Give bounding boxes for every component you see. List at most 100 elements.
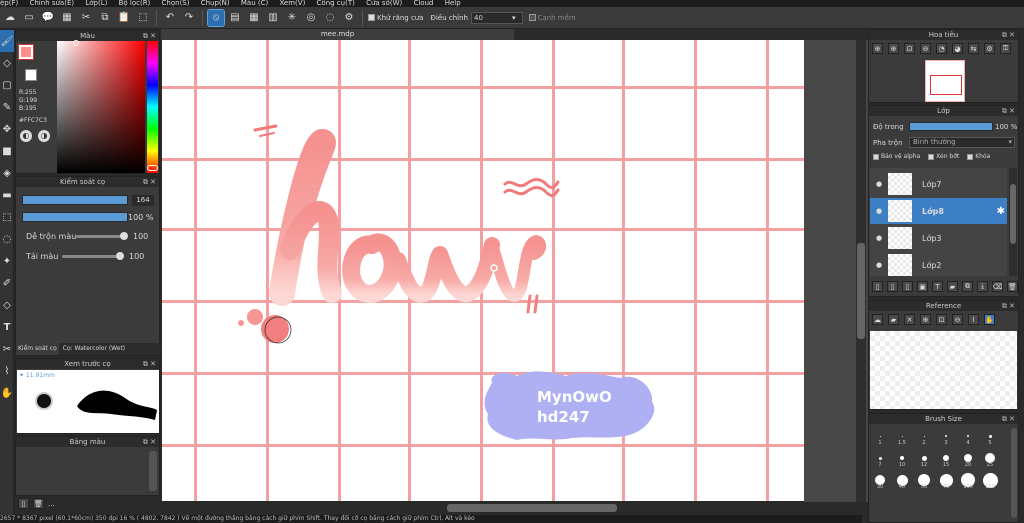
tab-brush-control[interactable]: Kiểm soát cọ [16,343,59,355]
cut-icon[interactable]: ✂ [78,10,94,26]
background-color-swatch[interactable] [25,69,37,81]
lock-toggle[interactable]: Khóa [967,153,990,160]
layer-row[interactable]: ● Lớp3 [870,225,1007,251]
delete-palette-icon[interactable]: 🗑 [33,498,44,509]
palette-scrollbar[interactable] [149,451,157,491]
zoom-in-icon[interactable]: ⊕ [872,43,883,54]
zoom-out-icon[interactable]: ⊖ [920,43,931,54]
cloud-open-icon[interactable]: ☁ [872,314,883,325]
reload-slider[interactable] [62,255,122,258]
rotate-reset-icon[interactable]: ◕ [952,43,963,54]
brush-size-slider[interactable] [22,195,128,205]
brush-size-preset[interactable]: 50 [915,471,933,490]
text-layer-icon[interactable]: T [932,281,943,292]
frame-icon[interactable]: ⬚ [135,10,151,26]
panel-controls-icon[interactable]: ⧉ ✕ [1002,30,1015,40]
pen-tool-icon[interactable]: ✎ [0,96,14,118]
panel-controls-icon[interactable]: ⧉ ✕ [143,437,156,447]
brush-size-value[interactable]: 164 [132,195,154,206]
folder-icon[interactable]: ▰ [947,281,958,292]
lock-checkbox[interactable] [967,153,974,160]
divide-tool-icon[interactable]: ✂ [0,338,14,360]
brush-size-preset[interactable]: 4 [959,427,977,446]
layer-blend-select[interactable]: Bình thường ▾ [909,137,1015,148]
eraser-tool-icon[interactable]: ◇ [0,52,14,74]
visibility-eye-icon[interactable]: ● [870,261,888,269]
menu-tools[interactable]: Công cụ(T) [317,0,355,7]
clipping-checkbox[interactable] [928,153,935,160]
horizontal-scrollbar[interactable] [162,502,862,514]
menu-capture[interactable]: Chụp(N) [201,0,230,7]
hand-tool-icon[interactable]: ✋ [0,382,14,404]
brush-opacity-slider[interactable] [22,212,128,222]
alpha-lock-toggle[interactable]: Bảo vệ alpha [873,153,920,160]
brush-tool-icon[interactable]: 🖌 [0,30,14,52]
zoom-out-icon[interactable]: ⊖ [952,314,963,325]
panel-controls-icon[interactable]: ⧉ ✕ [1002,301,1015,311]
menu-view[interactable]: Xem(V) [279,0,305,7]
menu-edit[interactable]: Chỉnh sửa(E) [29,0,74,7]
antialias-toggle[interactable]: Khử răng cưa [368,14,424,22]
snap-circle-icon[interactable]: ◎ [303,10,319,26]
color-history-icon[interactable]: ◐ [20,130,32,142]
open-folder-icon[interactable]: ▰ [888,314,899,325]
brush-size-preset[interactable]: 12 [915,449,933,468]
brush-size-preset[interactable]: 40 [893,471,911,490]
blend-slider-knob-icon[interactable] [120,232,128,240]
text-tool-icon[interactable]: T [0,316,14,338]
brush-size-preset[interactable]: 20 [959,449,977,468]
fit-icon[interactable]: ⊡ [936,314,947,325]
layer-scrollbar-thumb[interactable] [1010,184,1016,244]
lasso-tool-icon[interactable]: ◌ [0,228,14,250]
delete-layer-icon[interactable]: 🗑 [1007,281,1018,292]
reference-canvas[interactable] [870,331,1017,409]
tab-brush-name[interactable]: Cọ: Watercolor (Wet) [59,343,129,355]
magic-wand-icon[interactable]: ✦ [0,250,14,272]
blend-slider[interactable] [76,235,126,238]
redo-icon[interactable]: ↷ [181,10,197,26]
dot-tool-icon[interactable]: ▢ [0,74,14,96]
layer-settings-gear-icon[interactable]: ✱ [997,206,1005,217]
brush-size-preset[interactable]: 1.5 [893,427,911,446]
brush-size-preset[interactable]: 15 [937,449,955,468]
brush-size-preset[interactable]: 2 [915,427,933,446]
menu-filter[interactable]: Bộ lọc(R) [119,0,151,7]
snap-curve-icon[interactable]: ◌ [322,10,338,26]
hand-icon[interactable]: ✋ [984,314,995,325]
gradient-tool-icon[interactable]: ▬ [0,184,14,206]
brush-size-preset[interactable]: 150 [981,471,999,490]
zoom-in-icon[interactable]: ⊕ [888,43,899,54]
layer-row-selected[interactable]: ● Lớp8 ✱ [870,198,1007,224]
vertical-scrollbar[interactable] [856,40,866,502]
settings-icon[interactable]: ⚙ [984,43,995,54]
eyedropper-icon[interactable]: ⌇ [968,314,979,325]
lock-icon[interactable]: ⚿ [1000,43,1011,54]
brush-size-preset[interactable]: 3 [937,427,955,446]
vertical-scrollbar-thumb[interactable] [857,243,865,339]
panel-controls-icon[interactable]: ⧉ ✕ [1002,414,1015,424]
horizontal-scrollbar-thumb[interactable] [447,504,617,512]
snap-radial-icon[interactable]: ✳ [284,10,300,26]
color-mixer-icon[interactable]: ◑ [38,130,50,142]
reload-slider-knob-icon[interactable] [116,252,124,260]
document-tab[interactable]: mee.mdp [161,29,514,40]
brush-size-scrollbar[interactable] [1011,428,1017,518]
new-layer-1bit-icon[interactable]: ▯ [902,281,913,292]
hue-slider-handle-icon[interactable] [147,165,158,171]
grid-icon[interactable]: ▦ [59,10,75,26]
foreground-color-swatch[interactable] [18,44,34,60]
hue-slider[interactable] [147,41,158,173]
brush-size-preset[interactable]: 5 [981,427,999,446]
soft-edge-checkbox[interactable] [528,14,536,21]
menu-file[interactable]: ệp(F) [0,0,18,7]
select-eraser-icon[interactable]: ◇ [0,294,14,316]
visibility-eye-icon[interactable]: ● [870,180,888,188]
snap-grid-icon[interactable]: ▦ [246,10,262,26]
snap-vertical-icon[interactable]: ▥ [265,10,281,26]
undo-icon[interactable]: ↶ [162,10,178,26]
fit-icon[interactable]: ⊡ [904,43,915,54]
brush-size-preset[interactable]: 70 [937,471,955,490]
move-tool-icon[interactable]: ✥ [0,118,14,140]
merge-down-icon[interactable]: ⤓ [977,281,988,292]
new-file-icon[interactable]: ▭ [21,10,37,26]
